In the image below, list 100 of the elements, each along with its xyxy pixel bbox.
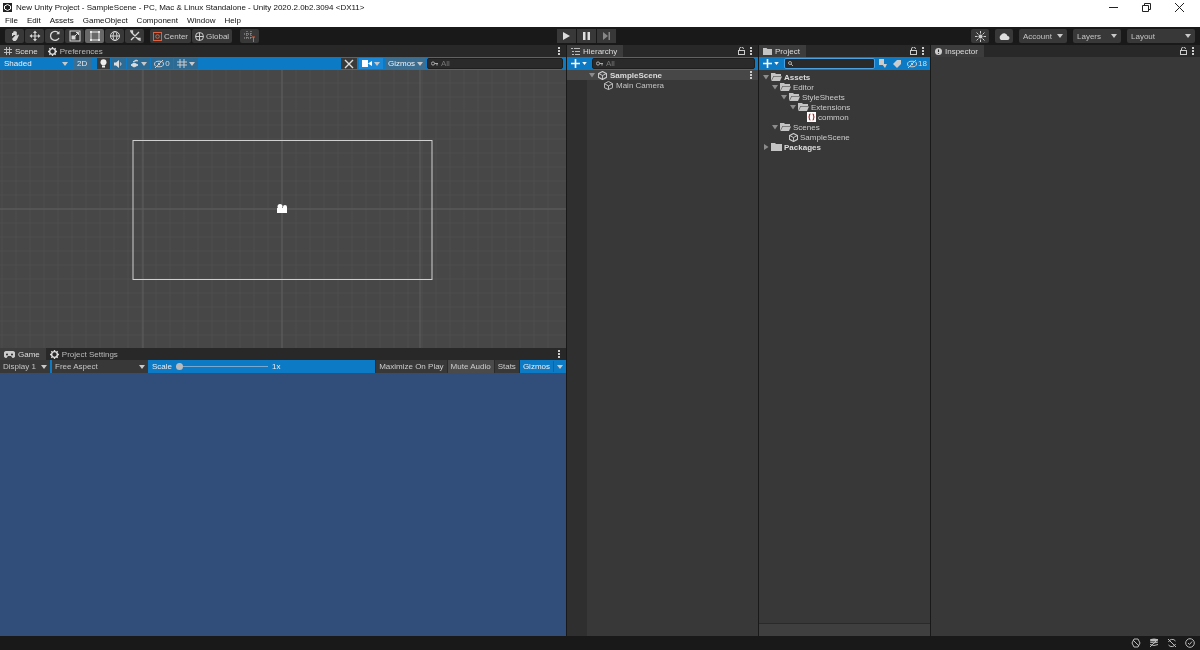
panel-tab[interactable]: Project Settings: [45, 348, 124, 360]
toggle-button[interactable]: Maximize On Play: [375, 360, 447, 373]
tree-item[interactable]: StyleSheets: [802, 92, 845, 102]
menu-item[interactable]: Window: [186, 16, 216, 25]
camera-icon: [362, 60, 372, 67]
plus-icon: [571, 59, 580, 68]
grid-toggle[interactable]: [173, 58, 198, 69]
search-icon: [788, 61, 793, 66]
tree-item[interactable]: Extensions: [811, 102, 851, 112]
search-input[interactable]: All: [441, 59, 559, 68]
tools-icon: [344, 58, 354, 69]
tool-button[interactable]: [125, 29, 144, 43]
tool-button[interactable]: [5, 29, 24, 43]
cube-icon: [604, 80, 613, 90]
panel-tab[interactable]: Project: [759, 45, 806, 57]
tree-item[interactable]: Editor: [793, 82, 814, 92]
account-dropdown[interactable]: Account: [1019, 29, 1067, 43]
step-button[interactable]: [597, 29, 616, 43]
menu-item[interactable]: File: [5, 16, 18, 25]
caret-icon: [582, 62, 587, 65]
play-button[interactable]: [557, 29, 576, 43]
lock-icon[interactable]: [738, 47, 745, 55]
panel-tab[interactable]: Hierarchy: [567, 45, 624, 57]
menu-item[interactable]: GameObject: [82, 16, 128, 25]
database-icon[interactable]: [1149, 638, 1159, 648]
display-dropdown[interactable]: Display 1: [0, 360, 50, 373]
panel-tab[interactable]: Scene: [0, 45, 44, 57]
audio-toggle[interactable]: [111, 58, 127, 69]
filter-type-icon[interactable]: [879, 59, 888, 68]
grid-snap-button[interactable]: [240, 29, 260, 43]
shading-dropdown[interactable]: Shaded: [1, 58, 71, 69]
sync-icon[interactable]: [1167, 638, 1177, 648]
panel-tab[interactable]: Inspector: [931, 45, 984, 57]
lighting-toggle[interactable]: [97, 58, 111, 69]
tool-button[interactable]: [65, 29, 84, 43]
scale-slider[interactable]: [176, 363, 268, 370]
aspect-dropdown[interactable]: Free Aspect: [52, 360, 148, 373]
tree-item[interactable]: SampleScene: [800, 132, 850, 142]
caret-icon: [41, 364, 47, 369]
tree-item[interactable]: Assets: [784, 72, 811, 82]
rotate-icon: [48, 30, 61, 42]
rect-tool-icon: [88, 30, 101, 42]
tool-button[interactable]: [25, 29, 44, 43]
services-button[interactable]: [971, 29, 989, 43]
debug-icon[interactable]: [1131, 638, 1141, 648]
tool-button[interactable]: [45, 29, 64, 43]
speaker-icon: [114, 59, 124, 68]
search-field[interactable]: [784, 58, 876, 69]
expanded-arrow-icon[interactable]: [589, 72, 595, 78]
restore-icon[interactable]: [1142, 2, 1151, 12]
check-icon[interactable]: [1185, 638, 1195, 648]
lock-icon[interactable]: [910, 47, 917, 55]
camera-gizmo-icon[interactable]: [276, 204, 288, 213]
gizmos-dropdown[interactable]: Gizmos: [385, 58, 425, 69]
search-field[interactable]: All: [592, 58, 755, 69]
toggle-button[interactable]: Stats: [493, 360, 519, 373]
layers-dropdown[interactable]: Layers: [1073, 29, 1121, 43]
panel-tab[interactable]: Preferences: [43, 45, 109, 57]
label-icon[interactable]: [893, 59, 902, 68]
lock-icon[interactable]: [1180, 47, 1187, 55]
move-icon: [28, 30, 41, 42]
expanded-arrow-icon[interactable]: [763, 74, 769, 80]
2d-toggle[interactable]: 2D: [73, 58, 92, 69]
panel-tab[interactable]: Game: [0, 348, 46, 360]
menu-item[interactable]: Edit: [26, 16, 41, 25]
hidden-icon[interactable]: [154, 59, 165, 68]
tool-button[interactable]: [105, 29, 124, 43]
expanded-arrow-icon[interactable]: [772, 124, 778, 130]
search-field[interactable]: All: [427, 58, 563, 69]
tools-toggle[interactable]: [341, 58, 357, 69]
expanded-arrow-icon[interactable]: [790, 104, 796, 110]
space-button[interactable]: Global: [192, 29, 233, 43]
slider-thumb[interactable]: [176, 363, 183, 370]
tree-item[interactable]: Scenes: [793, 122, 820, 132]
menu-item[interactable]: Assets: [49, 16, 74, 25]
tree-item[interactable]: Packages: [784, 142, 821, 152]
toggle-button[interactable]: Mute Audio: [446, 360, 494, 373]
hierarchy-item[interactable]: Main Camera: [616, 80, 664, 90]
effects-dropdown[interactable]: [127, 58, 151, 69]
close-icon[interactable]: [1175, 2, 1184, 12]
expanded-arrow-icon[interactable]: [772, 84, 778, 90]
pivot-button[interactable]: Center: [150, 29, 191, 43]
pause-icon: [583, 32, 590, 40]
unity-scene-icon: [789, 132, 798, 142]
gizmos-dropdown[interactable]: Gizmos: [518, 360, 566, 373]
menu-item[interactable]: Component: [136, 16, 178, 25]
grid-snap-icon: [244, 30, 256, 42]
tree-item[interactable]: common: [818, 112, 849, 122]
stylesheet-icon: [807, 112, 816, 122]
expanded-arrow-icon[interactable]: [781, 94, 787, 100]
camera-dropdown[interactable]: [359, 58, 383, 69]
gamepad-icon: [4, 350, 15, 358]
pause-button[interactable]: [577, 29, 596, 43]
open-folder-icon: [798, 103, 809, 111]
layout-dropdown[interactable]: Layout: [1127, 29, 1195, 43]
cloud-button[interactable]: [995, 29, 1013, 43]
collapsed-arrow-icon[interactable]: [763, 144, 769, 150]
hidden-objects-toggle[interactable]: 0: [151, 58, 173, 69]
menu-item[interactable]: Help: [224, 16, 241, 25]
tool-button[interactable]: [85, 29, 104, 43]
